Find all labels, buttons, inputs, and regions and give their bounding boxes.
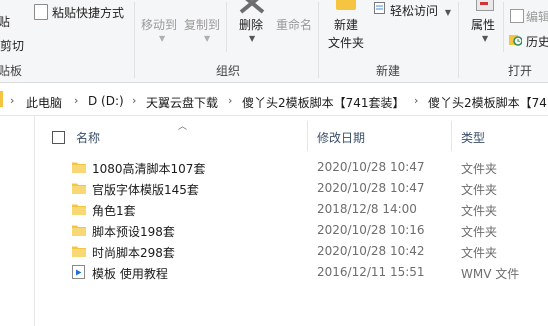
breadcrumb-drive-d[interactable]: D (D:): [88, 94, 124, 108]
new-folder-button[interactable]: 新建: [334, 16, 358, 33]
breadcrumb-chevron-icon: ›: [10, 94, 15, 107]
properties-icon: [476, 0, 494, 11]
list-item[interactable]: 脚本预设198套 2020/10/28 10:16 文件夹: [70, 220, 548, 241]
breadcrumb-current[interactable]: 傻丫头2模板脚本【741: [428, 94, 548, 111]
paste-shortcut-button[interactable]: 粘贴快捷方式: [34, 4, 124, 21]
properties-button[interactable]: 属性: [471, 16, 495, 33]
move-to-chevron-icon: ▼: [159, 34, 166, 43]
new-folder-icon: [336, 0, 356, 10]
file-name: 时尚脚本298套: [92, 246, 175, 260]
delete-icon: [237, 0, 267, 14]
delete-button[interactable]: 删除: [239, 16, 263, 33]
copy-to-button[interactable]: 复制到: [184, 16, 220, 33]
easy-access-chevron-icon: ▼: [444, 8, 451, 17]
open-group-label: 打开: [508, 64, 533, 78]
file-type: 文件夹: [461, 162, 498, 176]
breadcrumb-chevron-icon: ›: [414, 94, 419, 107]
paste-label: 贴: [0, 15, 11, 29]
copy-to-chevron-icon: ▼: [204, 34, 211, 43]
column-header-type[interactable]: 类型: [461, 129, 485, 146]
organize-group-label: 组织: [216, 64, 241, 78]
list-item[interactable]: 模板 使用教程 2016/12/11 15:51 WMV 文件: [70, 262, 548, 283]
paste-button[interactable]: 贴: [0, 13, 10, 30]
breadcrumb-chevron-icon: ›: [132, 94, 137, 107]
easy-access-icon: [374, 2, 385, 14]
group-separator: [318, 2, 319, 78]
breadcrumb-chevron-icon: ›: [74, 94, 79, 107]
cut-label: 剪切: [0, 39, 25, 53]
file-type: 文件夹: [461, 225, 498, 239]
cut-button[interactable]: 剪切: [0, 37, 24, 54]
ribbon: 贴 剪切 粘贴快捷方式 贴板 移动到 ▼ 复制到 ▼ 删除 ▼ 重命名 组织 新…: [0, 0, 548, 83]
copy-to-label: 复制到: [184, 18, 221, 32]
history-button[interactable]: 历史: [526, 33, 548, 50]
list-item[interactable]: 角色1套 2018/12/8 14:00 文件夹: [70, 199, 548, 220]
properties-chevron-icon: ▼: [482, 34, 489, 43]
delete-label: 删除: [239, 18, 264, 32]
file-type: 文件夹: [461, 204, 498, 218]
file-date: 2018/12/8 14:00: [317, 202, 417, 216]
folder-icon: [72, 245, 86, 257]
history-label: 历史: [526, 35, 548, 49]
breadcrumb-chevron-icon: ›: [228, 94, 233, 107]
folder-icon: [72, 182, 86, 194]
address-folder-icon: [0, 91, 3, 107]
file-type: WMV 文件: [461, 267, 520, 281]
file-type: 文件夹: [461, 246, 498, 260]
properties-label: 属性: [471, 18, 496, 32]
column-header-name[interactable]: 名称: [76, 129, 100, 146]
list-item[interactable]: 1080高清脚本107套 2020/10/28 10:47 文件夹: [70, 157, 548, 178]
file-name: 角色1套: [92, 204, 136, 218]
group-separator: [134, 2, 135, 78]
file-date: 2020/10/28 10:47: [317, 160, 425, 174]
edit-button[interactable]: 编辑: [526, 8, 548, 25]
breadcrumb-template-set[interactable]: 傻丫头2模板脚本【741套装】: [242, 94, 405, 111]
delete-chevron-icon: ▼: [249, 34, 256, 43]
new-group-label: 新建: [376, 64, 401, 78]
rename-button[interactable]: 重命名: [276, 16, 312, 33]
new-folder-label-2: 文件夹: [328, 36, 365, 50]
move-to-button[interactable]: 移动到: [141, 16, 177, 33]
group-separator: [503, 2, 504, 52]
rename-label: 重命名: [276, 18, 313, 32]
sort-ascending-icon: ︿: [178, 122, 188, 132]
breadcrumb-tianyi-download[interactable]: 天翼云盘下载: [146, 94, 218, 111]
file-type: 文件夹: [461, 183, 498, 197]
file-date: 2020/10/28 10:16: [317, 223, 425, 237]
folder-icon: [72, 203, 86, 215]
navigation-pane: [0, 116, 35, 326]
folder-icon: [72, 161, 86, 173]
edit-label: 编辑: [526, 10, 548, 24]
new-folder-label-1: 新建: [334, 18, 359, 32]
address-bar[interactable]: › 此电脑 › D (D:) › 天翼云盘下载 › 傻丫头2模板脚本【741套装…: [0, 83, 548, 116]
file-date: 2020/10/28 10:47: [317, 181, 425, 195]
list-item[interactable]: 官版字体模版145套 2020/10/28 10:47 文件夹: [70, 178, 548, 199]
file-name: 模板 使用教程: [92, 267, 168, 281]
file-date: 2020/10/28 10:42: [317, 244, 425, 258]
history-icon: [509, 33, 523, 46]
file-name: 脚本预设198套: [92, 225, 175, 239]
breadcrumb-this-pc[interactable]: 此电脑: [26, 94, 62, 111]
folder-icon: [72, 224, 86, 236]
column-divider: [307, 121, 308, 151]
select-all-checkbox[interactable]: [52, 131, 65, 144]
edit-icon: [510, 9, 524, 23]
file-name: 官版字体模版145套: [92, 183, 199, 197]
wmv-file-icon: [72, 265, 85, 279]
group-separator: [226, 2, 227, 52]
move-to-label: 移动到: [141, 18, 178, 32]
easy-access-button[interactable]: 轻松访问 ▼: [390, 2, 451, 19]
easy-access-label: 轻松访问: [390, 4, 439, 18]
file-date: 2016/12/11 15:51: [317, 265, 425, 279]
file-name: 1080高清脚本107套: [92, 162, 206, 176]
group-separator: [458, 2, 459, 78]
list-item[interactable]: 时尚脚本298套 2020/10/28 10:42 文件夹: [70, 241, 548, 262]
clipboard-group-label: 贴板: [0, 64, 23, 78]
paste-shortcut-label: 粘贴快捷方式: [52, 6, 125, 20]
column-header-date[interactable]: 修改日期: [317, 129, 365, 146]
column-divider: [451, 121, 452, 151]
paste-shortcut-icon: [34, 4, 48, 20]
